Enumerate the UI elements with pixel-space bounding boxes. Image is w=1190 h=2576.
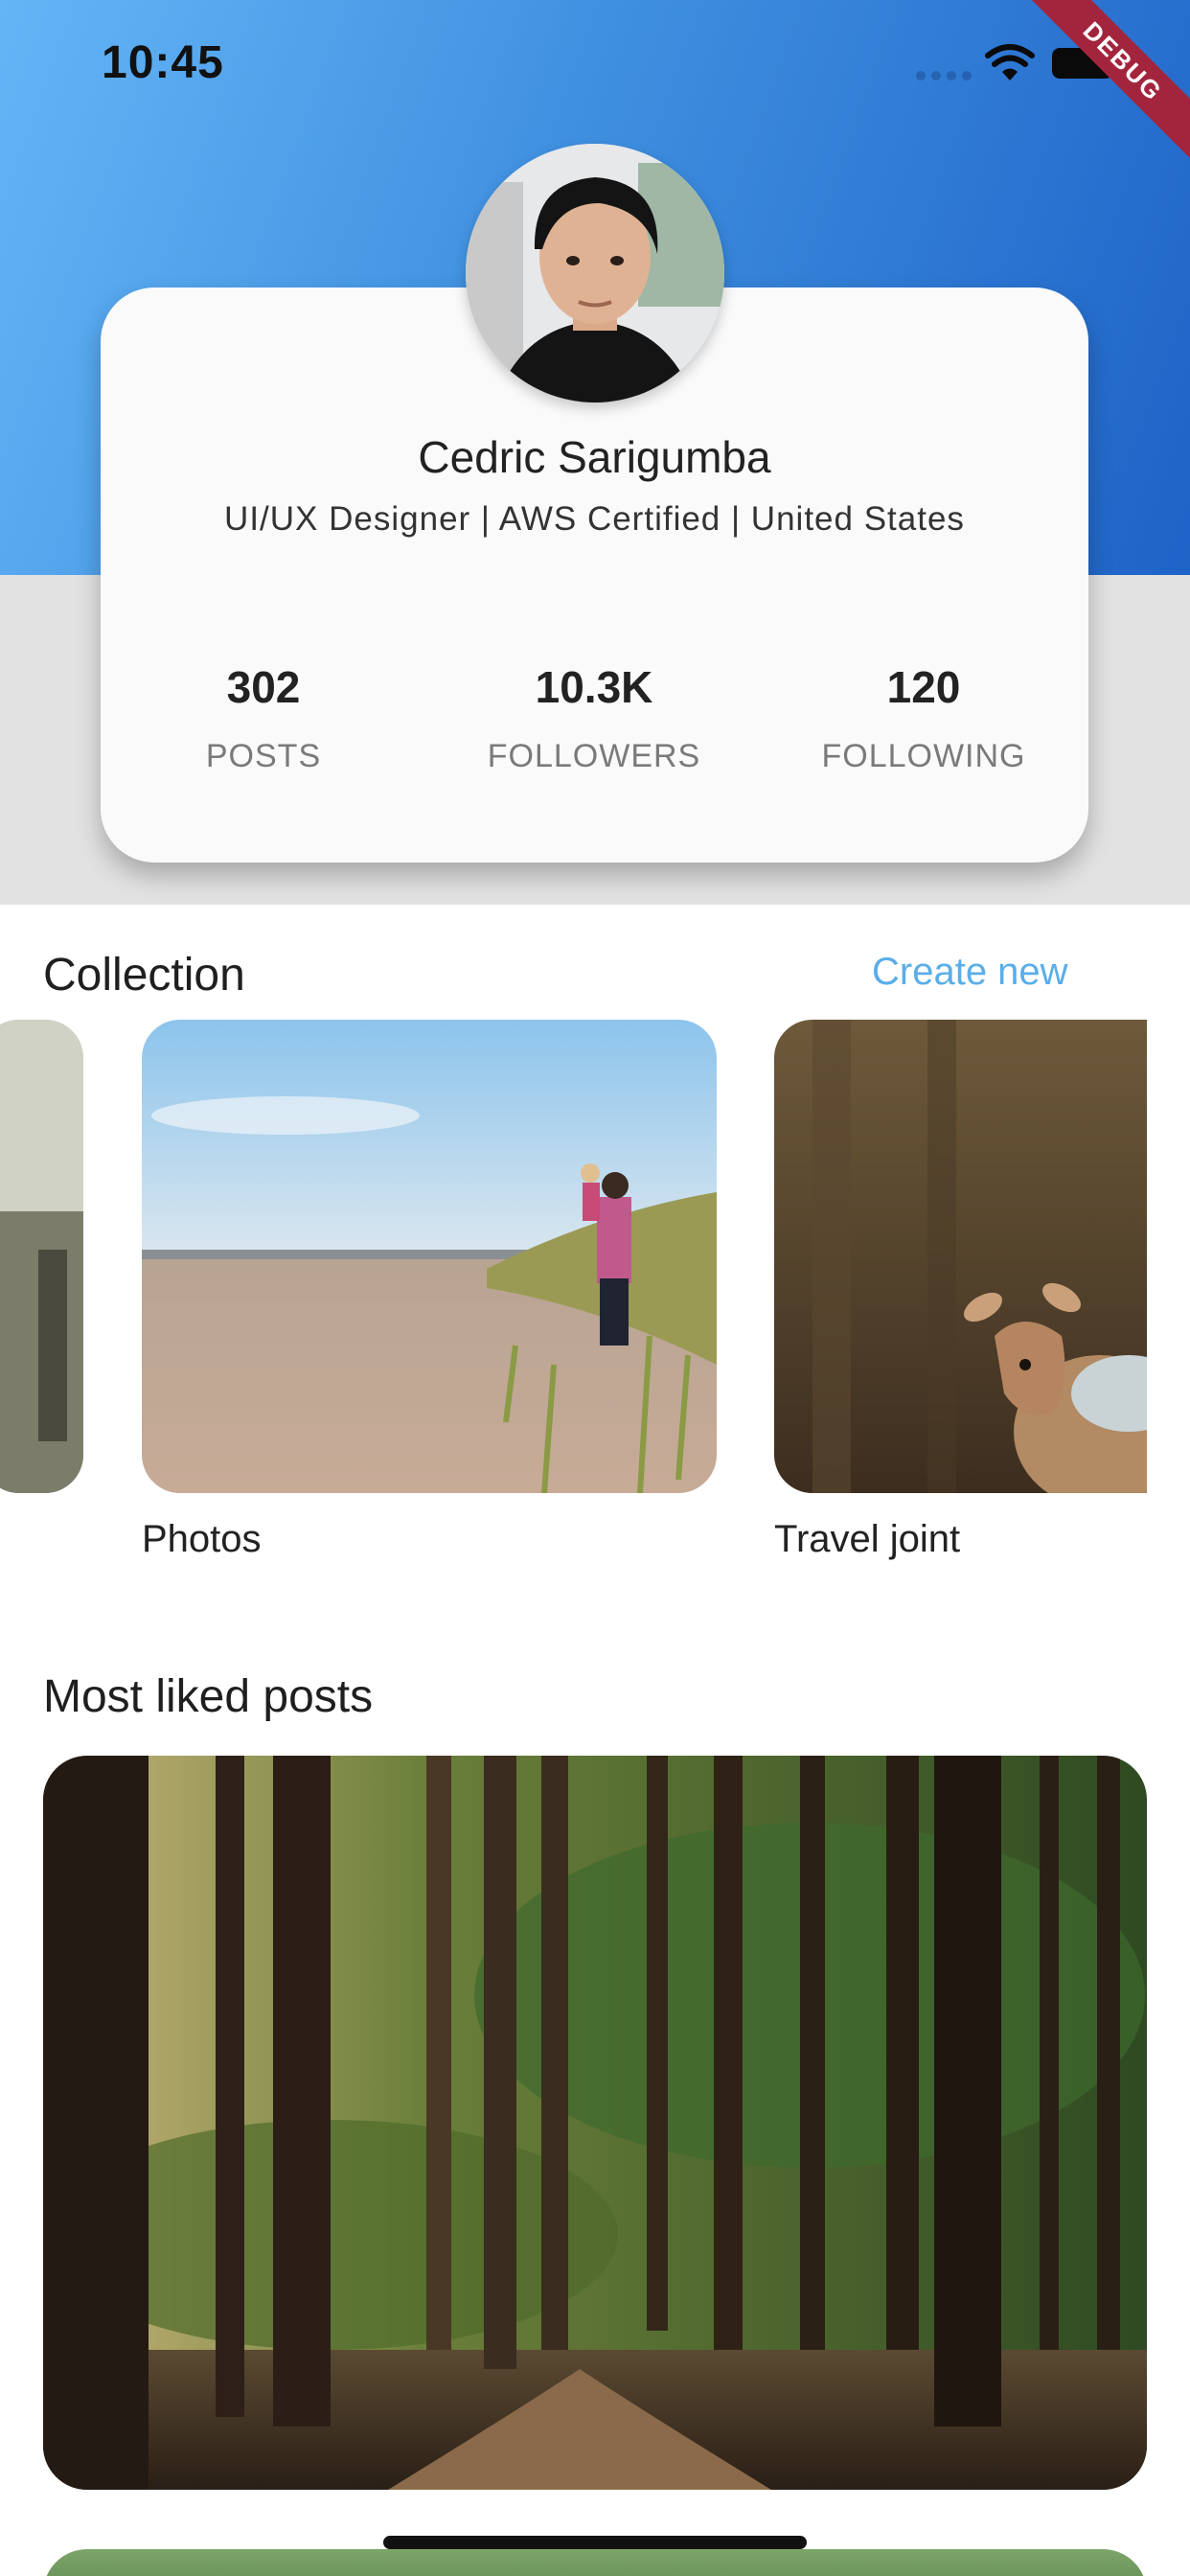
forest-photo	[43, 1756, 1147, 2490]
collection-caption: Photos	[142, 1518, 262, 1560]
stat-value: 120	[886, 662, 961, 712]
wifi-icon	[985, 44, 1035, 80]
stat-followers[interactable]: 10.3K FOLLOWERS	[450, 661, 738, 775]
signal-icon	[916, 71, 972, 80]
collection-card-partial[interactable]	[0, 1020, 83, 1493]
city-photo	[0, 1020, 83, 1493]
profile-name: Cedric Sarigumba	[418, 432, 771, 482]
post-card[interactable]	[43, 1756, 1147, 2490]
stat-label: FOLLOWING	[821, 738, 1026, 774]
collection-card[interactable]	[142, 1020, 717, 1493]
stat-posts[interactable]: 302 POSTS	[120, 661, 407, 775]
stat-value: 302	[226, 662, 301, 712]
stat-label: FOLLOWERS	[487, 738, 701, 774]
profile-bio: UI/UX Designer | AWS Certified | United …	[224, 500, 965, 538]
collection-card[interactable]	[774, 1020, 1147, 1493]
collection-caption: Travel joint	[774, 1518, 961, 1560]
beach-photo	[142, 1020, 717, 1493]
post-card[interactable]	[43, 2549, 1147, 2576]
posts-title: Most liked posts	[43, 1671, 374, 1722]
deer-photo	[774, 1020, 1147, 1493]
collection-title: Collection	[43, 950, 245, 1000]
avatar-photo	[466, 144, 724, 402]
landscape-photo	[43, 2549, 1147, 2576]
stat-value: 10.3K	[535, 662, 653, 712]
avatar[interactable]	[466, 144, 724, 402]
stat-label: POSTS	[205, 738, 322, 774]
stat-following[interactable]: 120 FOLLOWING	[780, 661, 1067, 775]
create-new-button[interactable]: Create new	[872, 951, 1068, 994]
status-time: 10:45	[102, 37, 224, 88]
home-indicator[interactable]	[383, 2536, 807, 2549]
